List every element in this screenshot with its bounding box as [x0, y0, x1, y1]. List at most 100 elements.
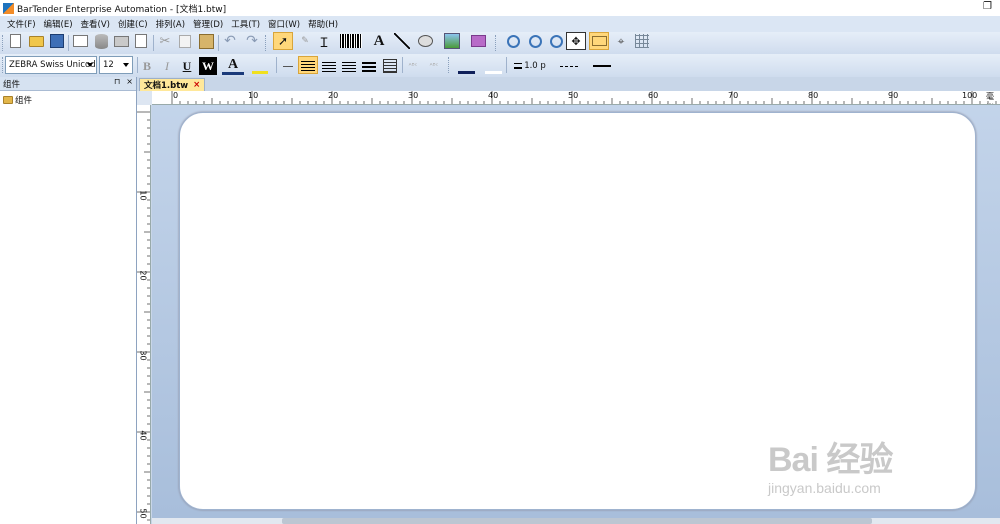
new-document-button[interactable]: [6, 32, 24, 50]
font-color-button[interactable]: A: [222, 57, 244, 75]
zoom-page-button[interactable]: [546, 32, 566, 50]
text-tool-icon: A: [373, 32, 385, 49]
tab-close-icon[interactable]: ×: [193, 80, 200, 90]
save-button[interactable]: [48, 32, 66, 50]
horizontal-scrollbar[interactable]: [152, 518, 1000, 524]
print-preview-button[interactable]: [132, 32, 150, 50]
menu-help[interactable]: 帮助(H): [304, 18, 342, 30]
menu-view[interactable]: 查看(V): [77, 18, 114, 30]
ruler-label: 40: [138, 430, 148, 441]
toolbar-grip[interactable]: [2, 35, 5, 51]
vertical-ruler: 10 20 30 40 50: [137, 105, 151, 524]
scrollbar-thumb[interactable]: [282, 518, 872, 524]
text-arc-button[interactable]: ᴬᴮᶜ: [424, 57, 444, 75]
toolbar-separator: [506, 57, 507, 73]
line-color-button[interactable]: [454, 57, 478, 75]
tab-label: 文档1.btw: [144, 81, 189, 91]
align-left-button[interactable]: [298, 56, 318, 74]
vertical-ruler-ticks: [137, 111, 150, 521]
ruler-label: 20: [138, 270, 148, 281]
toolbar-grip[interactable]: [495, 35, 498, 51]
redo-icon: ↷: [246, 33, 258, 49]
save-disk-icon: [50, 34, 64, 48]
tree-item-components[interactable]: 组件: [0, 91, 136, 106]
bartender-app-icon: [3, 2, 14, 14]
align-right-button[interactable]: [340, 57, 358, 75]
ruler-label: 100: [962, 91, 978, 100]
line-tool-button[interactable]: [393, 32, 411, 50]
barcode-button[interactable]: [338, 32, 364, 50]
menu-file[interactable]: 文件(F): [3, 18, 40, 30]
text-tool-button[interactable]: A: [368, 32, 390, 50]
toolbar-grip[interactable]: [448, 57, 451, 73]
ruler-label: 10: [138, 190, 148, 201]
picture-tool-button[interactable]: [441, 32, 463, 50]
line-width-select[interactable]: 1.0 p: [509, 57, 551, 75]
font-name-select[interactable]: ZEBRA Swiss Unicod: [5, 56, 97, 74]
menu-window[interactable]: 窗口(W): [264, 18, 304, 30]
align-center-button[interactable]: [320, 57, 338, 75]
reverse-text-button[interactable]: W: [199, 57, 217, 75]
menu-tools[interactable]: 工具(T): [227, 18, 264, 30]
fill-color-button[interactable]: [481, 57, 505, 75]
encoder-tool-button[interactable]: [467, 32, 489, 50]
justify-button[interactable]: [360, 57, 378, 75]
align-left-icon: [301, 59, 315, 71]
no-align-button[interactable]: [280, 57, 296, 75]
italic-button[interactable]: I: [159, 57, 175, 75]
ruler-label: 90: [888, 91, 899, 100]
underline-button[interactable]: U: [179, 57, 195, 75]
undo-button[interactable]: ↶: [221, 32, 239, 50]
vertical-justify-icon: [383, 59, 397, 73]
database-button[interactable]: [92, 32, 110, 50]
vertical-justify-button[interactable]: [380, 57, 400, 75]
close-icon[interactable]: ×: [126, 77, 133, 86]
print-button[interactable]: [112, 32, 130, 50]
menu-create[interactable]: 创建(C): [114, 18, 152, 30]
redo-button[interactable]: ↷: [243, 32, 261, 50]
main-toolbar: ✂ ↶ ↷ ➚ ✎ Ｉ A ✥ ⌖: [0, 32, 1000, 54]
bold-button[interactable]: B: [139, 57, 155, 75]
picture-icon: [444, 33, 460, 49]
cut-button[interactable]: ✂: [156, 32, 174, 50]
shapes-icon: [417, 35, 433, 47]
toolbar-separator: [137, 57, 138, 73]
menu-manage[interactable]: 管理(D): [189, 18, 227, 30]
highlight-button[interactable]: [248, 57, 272, 75]
select-tool-button[interactable]: ➚: [273, 32, 293, 50]
snap-icon: ⌖: [617, 33, 625, 48]
toolbar-separator: [276, 57, 277, 73]
grid-toggle-button[interactable]: [632, 32, 652, 50]
pin-icon[interactable]: ⊓: [114, 77, 120, 86]
open-button[interactable]: [26, 32, 46, 50]
menu-edit[interactable]: 编辑(E): [40, 18, 77, 30]
text-curve-button[interactable]: ᴬᴮᶜ: [404, 57, 422, 75]
copy-button[interactable]: [176, 32, 194, 50]
zoom-out-button[interactable]: [525, 32, 545, 50]
minimize-button[interactable]: —: [959, 1, 969, 12]
menu-arrange[interactable]: 排列(A): [152, 18, 189, 30]
chevron-down-icon: [87, 63, 93, 67]
pointer-arrow-icon: ➚: [277, 34, 289, 48]
line-end-select[interactable]: [586, 57, 618, 75]
page-setup-button[interactable]: [71, 32, 89, 50]
pen-icon: [457, 59, 475, 74]
shape-tool-button[interactable]: [413, 32, 437, 50]
rulers-toggle-button[interactable]: [589, 32, 609, 50]
printer-icon: [113, 35, 129, 47]
paste-button[interactable]: [196, 32, 216, 50]
toolbar-grip[interactable]: [265, 35, 268, 51]
zoom-in-button[interactable]: [503, 32, 523, 50]
restore-button[interactable]: ❐: [983, 1, 992, 12]
line-style-icon: [560, 65, 578, 67]
fit-to-window-button[interactable]: ✥: [566, 32, 586, 50]
line-style-select[interactable]: [554, 57, 584, 75]
watermark-brand: Bai 经验: [768, 441, 893, 479]
text-cursor-button[interactable]: Ｉ: [316, 32, 332, 51]
paste-clipboard-icon: [198, 33, 214, 49]
format-painter-button[interactable]: ✎: [296, 32, 314, 50]
tab-document1[interactable]: 文档1.btw ×: [139, 78, 206, 91]
snap-button[interactable]: ⌖: [611, 32, 631, 50]
font-size-select[interactable]: 12: [99, 56, 133, 74]
arc-text-icon: ᴬᴮᶜ: [429, 62, 439, 70]
